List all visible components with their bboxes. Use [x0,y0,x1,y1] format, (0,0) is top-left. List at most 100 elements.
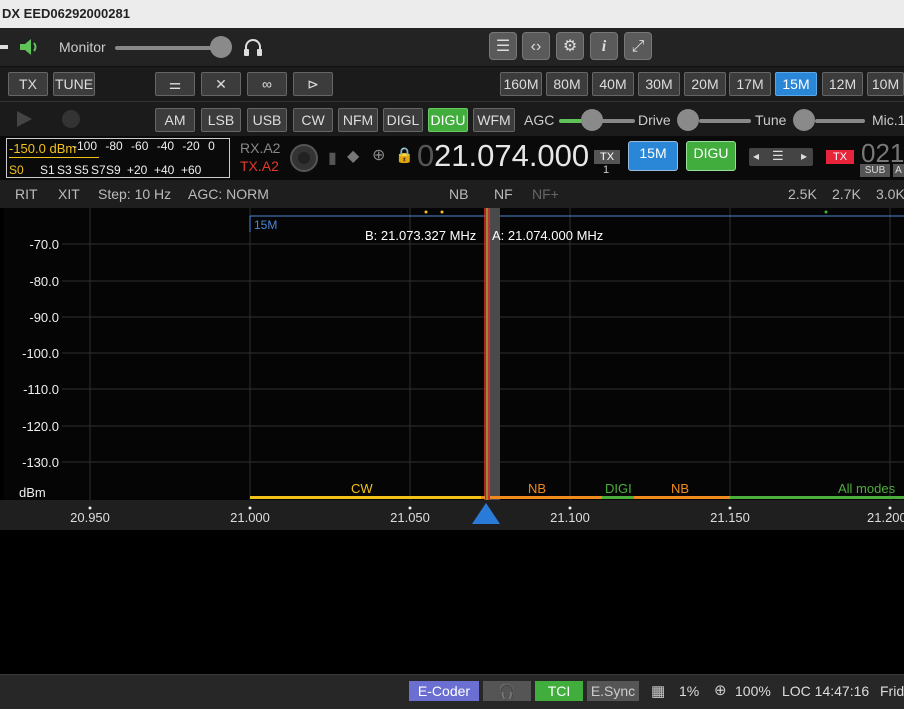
add-icon[interactable]: ⊕ [372,145,385,165]
drive-slider-knob[interactable] [677,109,699,131]
segment-cw-label: CW [351,481,373,496]
mute-icon[interactable]: ✕ [201,72,241,96]
prev-icon[interactable]: ◂ [753,149,759,163]
segment-all-modes-label: All modes [838,481,896,496]
gear-icon[interactable]: ⚙ [556,32,584,60]
tx-button[interactable]: TX [8,72,48,96]
filter-3-0k[interactable]: 3.0K [876,186,904,202]
db-tick-label: -130.0 [22,455,59,470]
filter-2-7k[interactable]: 2.7K [832,186,861,202]
window-title-bar: DX EED06292000281 [0,0,904,28]
bookmark-icon[interactable]: ▮ [328,148,337,168]
rx-antenna[interactable]: RX.A2 [240,140,280,156]
agc-slider-knob[interactable] [581,109,603,131]
menu-icon[interactable]: ☰ [772,148,784,164]
band-button-10m[interactable]: 10M [867,72,904,96]
eraser-icon[interactable]: ◆ [347,146,359,166]
spectrum-display[interactable]: 15M B: 21.073.327 MHz A: 21.074.000 MHz … [0,208,904,530]
nf-toggle[interactable]: NF [494,186,513,202]
next-icon[interactable]: ▸ [801,149,807,163]
drive-slider-track[interactable] [699,119,751,123]
smeter-scale-label: +20 [127,163,148,177]
mode-button-am[interactable]: AM [155,108,195,132]
tci-button[interactable]: TCI [535,681,583,701]
headphones-icon[interactable]: 🎧 [483,681,531,701]
vfo-nav-controls: ◂ ☰ ▸ [749,148,813,166]
smeter-scale-label: S1 [40,163,55,177]
nf-plus-toggle[interactable]: NF+ [532,186,559,202]
agc-mode-selector[interactable]: AGC: NORM [188,186,269,202]
band-button-15m[interactable]: 15M [775,72,817,96]
cpu-usage: 1% [679,683,700,699]
tx-antenna[interactable]: TX.A2 [240,158,279,174]
db-unit-label: dBm [19,485,46,500]
vfo-band-selector[interactable]: 15M [628,141,678,171]
band-button-17m[interactable]: 17M [729,72,771,96]
speaker-icon[interactable] [18,37,40,57]
freq-tick-label: 21.150 [710,510,750,525]
tune-button[interactable]: TUNE [53,72,95,96]
recorder-icon[interactable]: ∞ [247,72,287,96]
spectrum-grid [0,208,904,530]
tx-badge[interactable]: TX [594,150,620,164]
freq-tick-label: 20.950 [70,510,110,525]
band-button-160m[interactable]: 160M [500,72,542,96]
drive-label: Drive [638,112,671,128]
play-icon[interactable] [14,109,34,129]
nb-toggle[interactable]: NB [449,186,468,202]
mode-button-digu[interactable]: DIGU [428,108,468,132]
step-selector[interactable]: Step: 10 Hz [98,186,171,202]
band-toolbar: TX TUNE ⚌ ✕ ∞ ⊳ 160M 80M 40M 30M 20M 17M 15M 12… [0,67,904,101]
filter-2-5k[interactable]: 2.5K [788,186,817,202]
mode-button-cw[interactable]: CW [293,108,333,132]
band-button-12m[interactable]: 12M [822,72,863,96]
monitor-slider-knob[interactable] [210,36,232,58]
equalizer-icon[interactable]: ⚌ [155,72,195,96]
band-button-80m[interactable]: 80M [546,72,588,96]
vfo-mode-label: DIGU [693,145,729,161]
band-button-20m[interactable]: 20M [684,72,726,96]
sub-button[interactable]: SUB [860,164,890,177]
ecoder-button[interactable]: E-Coder [409,681,479,701]
smeter-scale-label: S5 [74,163,89,177]
spectrum-band-label: 15M [254,218,278,232]
rit-toggle[interactable]: RIT [15,186,38,202]
smeter-reading: -150.0 dBm [9,141,77,156]
vfo-b-a-button[interactable]: A [893,164,904,177]
list-icon[interactable]: ☰ [489,32,517,60]
vfo-b-tx-badge[interactable]: TX [826,150,854,164]
segment-digi-label: DIGI [605,481,632,496]
info-icon[interactable]: i [590,32,618,60]
smeter-dbm-scale: -100 -80 -60 -40 -20 0 [73,139,215,153]
waterfall-display[interactable] [0,530,904,674]
vfo-b-marker-label: B: 21.073.327 MHz [365,228,477,243]
mode-button-lsb[interactable]: LSB [201,108,241,132]
record-icon[interactable] [62,110,80,128]
mode-toolbar: AM LSB USB CW NFM DIGL DIGU WFM AGC Drive Tune … [0,101,904,137]
code-icon[interactable]: ‹› [522,32,550,60]
local-time: LOC 14:47:16 [782,683,870,699]
vfo-a-frequency[interactable]: 21.074.000 [434,138,589,174]
band-button-30m[interactable]: 30M [638,72,680,96]
esync-button[interactable]: E.Sync [587,681,639,701]
mode-button-wfm[interactable]: WFM [473,108,515,132]
smeter-scale-label: S7 [91,163,106,177]
db-tick-label: -70.0 [29,237,59,252]
mode-button-digl[interactable]: DIGL [383,108,423,132]
play-record-icon[interactable]: ⊳ [293,72,333,96]
mode-button-nfm[interactable]: NFM [338,108,378,132]
lock-icon[interactable]: 🔒 [395,146,414,164]
tune-slider-track[interactable] [815,119,865,123]
expand-icon[interactable]: ⤢ [624,32,652,60]
vfo-panel: -150.0 dBm -100 -80 -60 -40 -20 0 S0 S1 S3… [0,136,904,180]
xit-toggle[interactable]: XIT [58,186,80,202]
headphones-icon[interactable] [242,36,264,58]
vfo-mode-selector[interactable]: DIGU [686,141,736,171]
vfo-knob-icon[interactable] [289,143,319,173]
s-meter: -150.0 dBm -100 -80 -60 -40 -20 0 S0 S1 S3… [6,138,230,178]
mode-button-usb[interactable]: USB [247,108,287,132]
band-button-40m[interactable]: 40M [592,72,634,96]
monitor-slider-track[interactable] [115,46,220,50]
tune-slider-knob[interactable] [793,109,815,131]
smeter-scale-label: +60 [181,163,202,177]
